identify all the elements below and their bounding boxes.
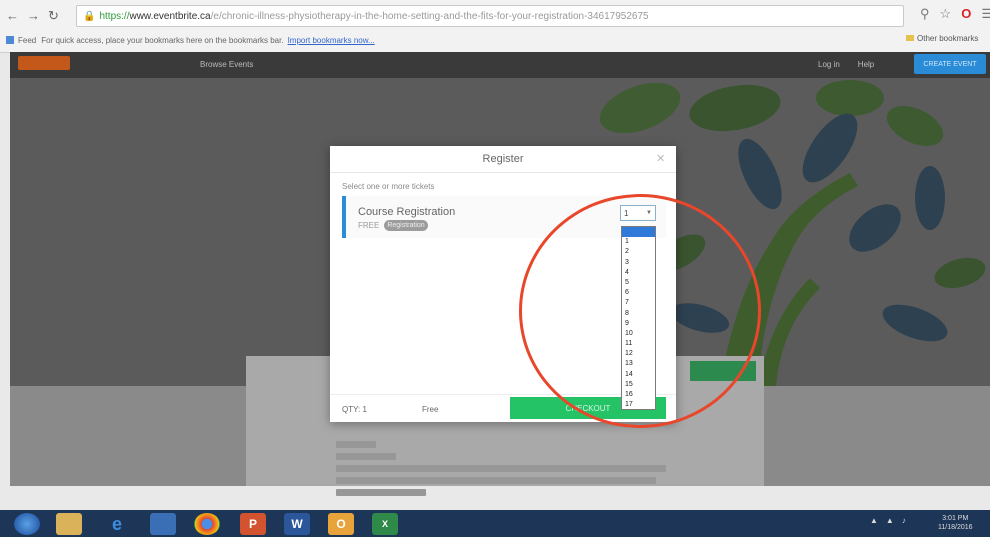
close-icon[interactable]: ✕ bbox=[656, 152, 665, 165]
volume-icon[interactable]: ♪ bbox=[902, 516, 906, 525]
taskbar-clock[interactable]: 3:01 PM 11/18/2016 bbox=[938, 514, 973, 532]
event-description bbox=[336, 436, 676, 501]
zoom-icon[interactable]: ⚲ bbox=[920, 6, 930, 22]
extension-icon[interactable]: O bbox=[961, 6, 971, 22]
import-bookmarks-link[interactable]: Import bookmarks now... bbox=[288, 36, 375, 45]
windows-taskbar bbox=[0, 510, 990, 537]
excel-icon[interactable]: X bbox=[372, 513, 398, 535]
ticket-badge: Registration bbox=[384, 220, 428, 231]
bookmarks-bar: Feed For quick access, place your bookma… bbox=[6, 32, 986, 48]
network-icon[interactable]: ▲ bbox=[886, 516, 894, 525]
bookmarks-hint: For quick access, place your bookmarks h… bbox=[41, 35, 284, 45]
browser-nav: ← → ↻ bbox=[6, 8, 59, 24]
modal-title: Register bbox=[330, 146, 676, 173]
help-link[interactable]: Help bbox=[858, 60, 874, 69]
login-link[interactable]: Log in bbox=[818, 60, 840, 69]
star-icon[interactable]: ☆ bbox=[940, 6, 952, 22]
modal-subtitle: Select one or more tickets bbox=[342, 182, 435, 191]
browse-events-link[interactable]: Browse Events bbox=[200, 60, 253, 69]
back-arrow-icon[interactable]: ← bbox=[6, 8, 19, 24]
annotation-circle bbox=[519, 194, 761, 428]
apps-icon[interactable] bbox=[6, 36, 14, 44]
outlook-icon[interactable]: O bbox=[328, 513, 354, 535]
internet-explorer-icon[interactable]: e bbox=[104, 513, 130, 535]
address-bar[interactable]: 🔒 https:// www.eventbrite.ca /e/chronic-… bbox=[76, 5, 904, 27]
other-bookmarks[interactable]: Other bookmarks bbox=[906, 34, 978, 43]
menu-icon[interactable]: ☰ bbox=[981, 6, 990, 22]
create-event-button[interactable]: CREATE EVENT bbox=[914, 54, 986, 74]
word-icon[interactable]: W bbox=[284, 513, 310, 535]
system-tray: ▲ ▲ ♪ bbox=[870, 516, 906, 525]
header-links: Log in Help bbox=[818, 60, 874, 69]
start-button-icon[interactable] bbox=[14, 513, 40, 535]
ticket-price: FREE bbox=[358, 221, 380, 230]
reload-icon[interactable]: ↻ bbox=[48, 8, 59, 24]
chrome-icon[interactable] bbox=[194, 513, 220, 535]
lock-icon: 🔒 bbox=[83, 10, 96, 22]
file-explorer-icon[interactable] bbox=[56, 513, 82, 535]
browser-actions: ⚲ ☆ O ☰ bbox=[920, 6, 990, 22]
url-scheme: https:// bbox=[99, 10, 130, 22]
tray-arrow-icon[interactable]: ▲ bbox=[870, 516, 878, 525]
clock-time: 3:01 PM bbox=[942, 515, 969, 522]
ticket-name: Course Registration bbox=[358, 206, 456, 218]
clock-date: 11/18/2016 bbox=[938, 524, 973, 531]
media-player-icon[interactable] bbox=[150, 513, 176, 535]
url-host: www.eventbrite.ca bbox=[129, 10, 211, 22]
powerpoint-icon[interactable]: P bbox=[240, 513, 266, 535]
ticket-fees: Free bbox=[422, 405, 439, 414]
eventbrite-logo[interactable] bbox=[18, 56, 70, 70]
bookmark-feed[interactable]: Feed bbox=[18, 36, 36, 45]
forward-arrow-icon[interactable]: → bbox=[27, 8, 40, 24]
folder-icon bbox=[906, 35, 914, 41]
url-path: /e/chronic-illness-physiotherapy-in-the-… bbox=[210, 10, 649, 22]
ticket-total: QTY: 1 bbox=[342, 405, 367, 414]
